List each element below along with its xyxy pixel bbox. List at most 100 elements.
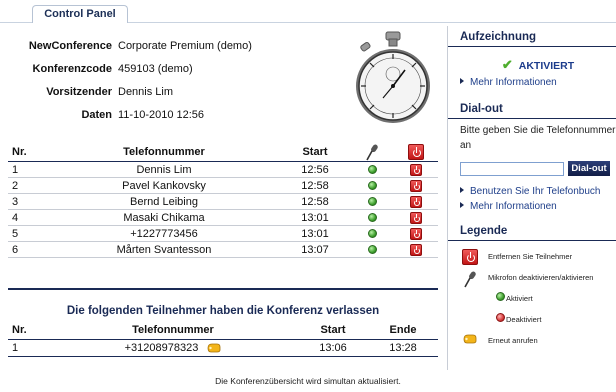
legend-recall: Erneut anrufen [460, 330, 616, 351]
tab-bar: Control Panel [0, 0, 616, 28]
info-row-date: Daten 11-10-2010 12:56 [8, 107, 338, 130]
legend-inactive: Deaktiviert [460, 309, 616, 330]
legend-active-label: Aktiviert [506, 294, 533, 303]
info-row-chair: Vorsitzender Dennis Lim [8, 84, 338, 107]
power-icon [410, 227, 422, 240]
dialout-more-info-link[interactable]: Mehr Informationen [460, 199, 616, 214]
mic-toggle[interactable] [350, 177, 394, 194]
header-telefonnummer: Telefonnummer [48, 143, 280, 162]
power-icon [410, 163, 422, 176]
recording-more-info-link[interactable]: Mehr Informationen [460, 75, 616, 90]
dialout-heading: Dial-out [448, 98, 616, 119]
mic-toggle[interactable] [350, 161, 394, 178]
info-key: Daten [81, 109, 112, 121]
recording-section: ✔ AKTIVIERT Mehr Informationen [448, 47, 616, 90]
triangle-right-icon [460, 202, 464, 208]
power-icon [410, 243, 422, 256]
inactive-dot-icon [495, 312, 505, 322]
table-row: 2 Pavel Kankovsky 12:58 [8, 177, 438, 194]
cell-telefonnummer: Pavel Kankovsky [48, 177, 280, 194]
cell-telefonnummer: +31208978323 [124, 341, 199, 354]
header-nr: Nr. [8, 143, 48, 162]
legend-recall-icon-wrap [460, 333, 480, 344]
table-row: 5 +1227773456 13:01 [8, 225, 438, 242]
table-row: 4 Masaki Chikama 13:01 [8, 209, 438, 226]
legend-recall-label: Erneut anrufen [488, 336, 538, 345]
cell-start: 12:58 [280, 193, 350, 210]
mic-toggle[interactable] [350, 225, 394, 242]
legend-heading: Legende [448, 220, 616, 241]
remove-participant-button[interactable] [394, 177, 438, 194]
power-icon [410, 195, 422, 208]
mute-all-button[interactable] [350, 143, 394, 162]
info-key: Vorsitzender [46, 86, 112, 98]
power-icon [462, 249, 478, 265]
mic-toggle[interactable] [350, 193, 394, 210]
cell-nr: 2 [8, 177, 48, 194]
cell-nr: 6 [8, 241, 48, 258]
cell-telefonnummer: +1227773456 [48, 225, 280, 242]
section-divider [8, 288, 438, 290]
legend-section: Entfernen Sie Teilnehmer Mikrofon deakti… [448, 241, 616, 351]
table-row: 3 Bernd Leibing 12:58 [8, 193, 438, 210]
header-ende: Ende [368, 322, 438, 340]
dialout-number-input[interactable] [460, 162, 564, 176]
cell-start: 12:58 [280, 177, 350, 194]
remove-participant-button[interactable] [394, 161, 438, 178]
triangle-right-icon [460, 78, 464, 84]
link-label: Benutzen Sie Ihr Telefonbuch [470, 186, 601, 197]
active-dot-icon [367, 245, 377, 255]
remove-participant-button[interactable] [394, 209, 438, 226]
info-value: 11-10-2010 12:56 [118, 109, 205, 121]
table-row: 1 +31208978323 13:06 13:28 [8, 339, 438, 357]
cell-telefonnummer: Bernd Leibing [48, 193, 280, 210]
remove-participant-button[interactable] [394, 225, 438, 242]
recall-icon[interactable] [207, 342, 221, 353]
cell-nr: 4 [8, 209, 48, 226]
recording-status: ✔ AKTIVIERT [460, 47, 616, 75]
microphone-icon [464, 271, 476, 288]
header-start: Start [280, 143, 350, 162]
recall-icon [463, 334, 477, 344]
cell-start: 13:06 [298, 339, 368, 357]
cell-telefonnummer-with-recall: +31208978323 [48, 339, 298, 357]
remove-participant-button[interactable] [394, 193, 438, 210]
legend-remove-icon-wrap [460, 249, 480, 265]
active-dot-icon [367, 165, 377, 175]
cell-start: 13:01 [280, 225, 350, 242]
sidebar: Aufzeichnung ✔ AKTIVIERT Mehr Information… [447, 26, 616, 370]
tab-control-panel[interactable]: Control Panel [32, 5, 128, 23]
header-telefonnummer: Telefonnummer [48, 322, 298, 340]
header-start: Start [298, 322, 368, 340]
info-value: Dennis Lim [118, 86, 174, 98]
remove-participant-button[interactable] [394, 241, 438, 258]
cell-telefonnummer: Dennis Lim [48, 161, 280, 178]
cell-start: 13:07 [280, 241, 350, 258]
triangle-right-icon [460, 187, 464, 193]
check-icon: ✔ [501, 57, 513, 72]
mic-toggle[interactable] [350, 209, 394, 226]
active-dot-icon [495, 291, 505, 301]
table-header: Nr. Telefonnummer Start Ende [8, 322, 438, 340]
cell-ende: 13:28 [368, 339, 438, 357]
mic-toggle[interactable] [350, 241, 394, 258]
cell-telefonnummer: Mårten Svantesson [48, 241, 280, 258]
cell-nr: 3 [8, 193, 48, 210]
recording-status-label: AKTIVIERT [518, 60, 575, 72]
dialout-instructions: Bitte geben Sie die Telefonnummer an [460, 125, 616, 151]
legend-remove: Entfernen Sie Teilnehmer [460, 246, 616, 267]
legend-mic-label: Mikrofon deaktivieren/aktivieren [488, 273, 594, 282]
legend-mic: Mikrofon deaktivieren/aktivieren [460, 267, 616, 288]
dialout-button[interactable]: Dial-out [568, 161, 610, 176]
cell-nr: 1 [8, 161, 48, 178]
conference-info: NewConference Corporate Premium (demo) K… [8, 38, 338, 130]
active-dot-icon [367, 197, 377, 207]
left-participants-title: Die folgenden Teilnehmer haben die Konfe… [66, 305, 380, 317]
remove-all-button[interactable] [394, 143, 438, 162]
info-key: NewConference [28, 40, 112, 52]
info-key: Konferenzcode [32, 63, 112, 75]
microphone-icon [366, 144, 378, 161]
power-icon [408, 144, 424, 160]
phonebook-link[interactable]: Benutzen Sie Ihr Telefonbuch [460, 184, 616, 199]
info-row-code: Konferenzcode 459103 (demo) [8, 61, 338, 84]
